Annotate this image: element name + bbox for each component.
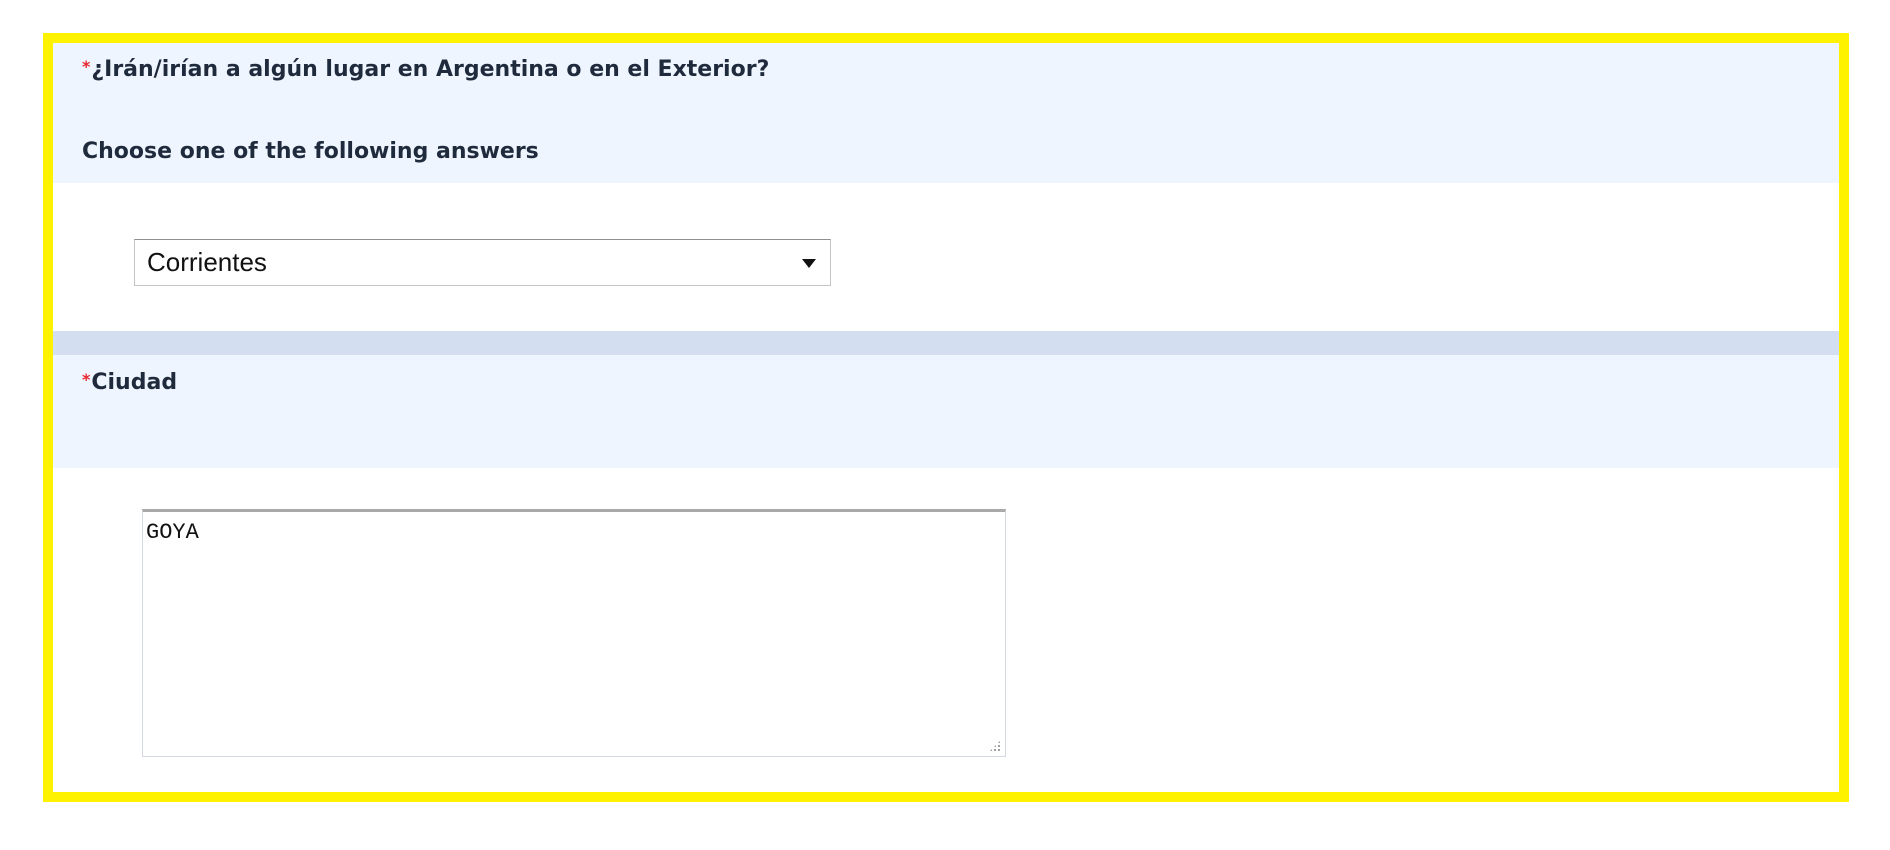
dropdown-arrow-icon xyxy=(802,259,816,268)
question-separator xyxy=(53,331,1839,355)
question-header: *¿Irán/irían a algún lugar en Argentina … xyxy=(53,43,1839,183)
question-instruction: Choose one of the following answers xyxy=(82,139,539,164)
highlighted-question-group: *¿Irán/irían a algún lugar en Argentina … xyxy=(43,33,1849,802)
resize-grip-icon[interactable] xyxy=(989,740,1001,752)
question-title: *Ciudad xyxy=(82,370,177,395)
question-header: *Ciudad xyxy=(53,355,1839,468)
question-text: ¿Irán/irían a algún lugar en Argentina o… xyxy=(91,57,770,82)
question-text: Ciudad xyxy=(91,370,178,395)
textarea-value: GOYA xyxy=(146,520,199,545)
destination-select[interactable]: Corrientes xyxy=(134,239,831,286)
selected-option: Corrientes xyxy=(147,247,267,277)
question-title: *¿Irán/irían a algún lugar en Argentina … xyxy=(82,57,769,82)
required-asterisk: * xyxy=(82,57,91,76)
required-asterisk: * xyxy=(82,370,91,389)
ciudad-textarea[interactable]: GOYA xyxy=(142,509,1006,757)
